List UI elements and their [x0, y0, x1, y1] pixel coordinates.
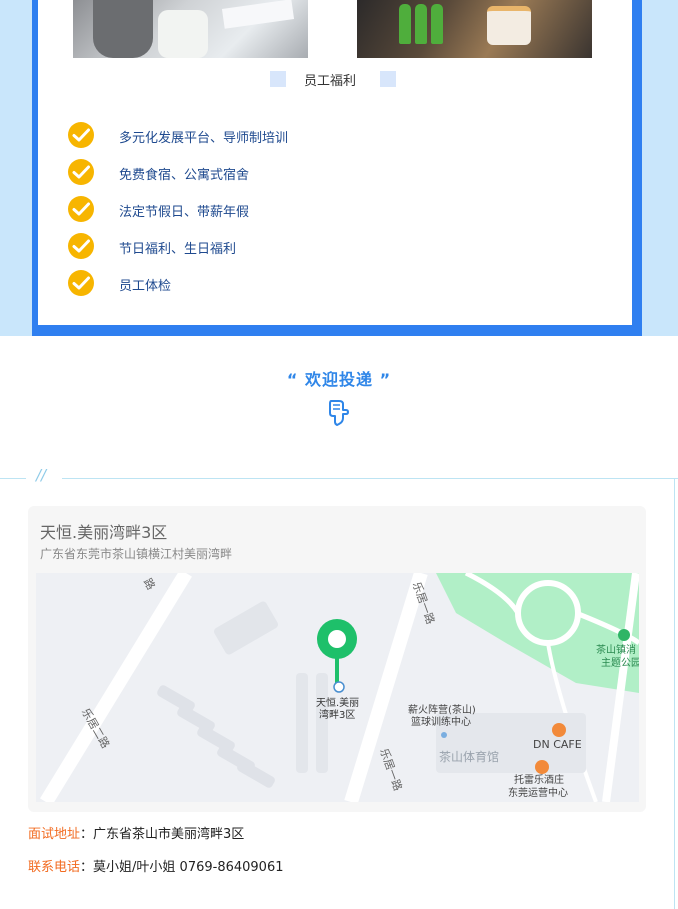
benefits-title: 员工福利	[303, 74, 356, 89]
svg-text:天恒.美丽: 天恒.美丽	[316, 696, 359, 709]
divider-line-vertical	[674, 478, 675, 909]
title-decoration-left	[270, 71, 286, 87]
check-icon	[68, 233, 94, 259]
place-name: 天恒.美丽湾畔3区	[40, 523, 168, 542]
contact-phone-row: 联系电话：莫小姐/叶小姐 0769-86409061	[28, 860, 284, 875]
benefit-item-text: 多元化发展平台、导师制培训	[119, 131, 289, 146]
welcome-heading: “ 欢迎投递 ”	[286, 370, 392, 389]
birthday-photo-right	[357, 0, 592, 58]
check-icon	[68, 270, 94, 296]
svg-text:薪火阵营(茶山): 薪火阵营(茶山)	[408, 703, 476, 716]
check-icon	[68, 159, 94, 185]
benefit-item-text: 员工体检	[119, 279, 172, 294]
benefit-item-text: 法定节假日、带薪年假	[119, 205, 250, 220]
slash-decoration: //	[36, 466, 47, 484]
svg-text:篮球训练中心: 篮球训练中心	[411, 715, 471, 728]
svg-text:托雷乐酒庄: 托雷乐酒庄	[514, 773, 564, 786]
check-icon	[68, 196, 94, 222]
interview-address-row: 面试地址：广东省茶山市美丽湾畔3区	[28, 827, 245, 842]
pointing-hand-icon	[322, 396, 354, 428]
title-decoration-right	[380, 71, 396, 87]
divider-line	[0, 478, 26, 479]
divider-line	[62, 478, 678, 479]
svg-text:东莞运营中心: 东莞运营中心	[508, 786, 568, 799]
location-map[interactable]: 乐居二路 路 乐居一路 乐居一路 茶山镇消 主题公园 薪火阵营(茶山) 篮球训练…	[36, 573, 639, 802]
map-cafe-label: DN CAFE	[533, 738, 582, 751]
svg-text:主题公园: 主题公园	[601, 657, 639, 669]
interview-address-label: 面试地址	[28, 827, 81, 842]
map-park-label: 茶山镇消	[596, 643, 636, 656]
map-stadium-label: 茶山体育馆	[439, 749, 499, 764]
contact-phone-label: 联系电话	[28, 860, 81, 875]
place-address: 广东省东莞市茶山镇横江村美丽湾畔	[40, 547, 233, 561]
interview-address-value: 广东省茶山市美丽湾畔3区	[93, 827, 245, 842]
benefit-item-text: 节日福利、生日福利	[119, 242, 237, 257]
benefit-item-text: 免费食宿、公寓式宿舍	[119, 168, 250, 183]
check-icon	[68, 122, 94, 148]
team-photo-left	[73, 0, 308, 58]
contact-phone-value[interactable]: 莫小姐/叶小姐 0769-86409061	[93, 860, 283, 875]
svg-text:湾畔3区: 湾畔3区	[319, 708, 355, 721]
